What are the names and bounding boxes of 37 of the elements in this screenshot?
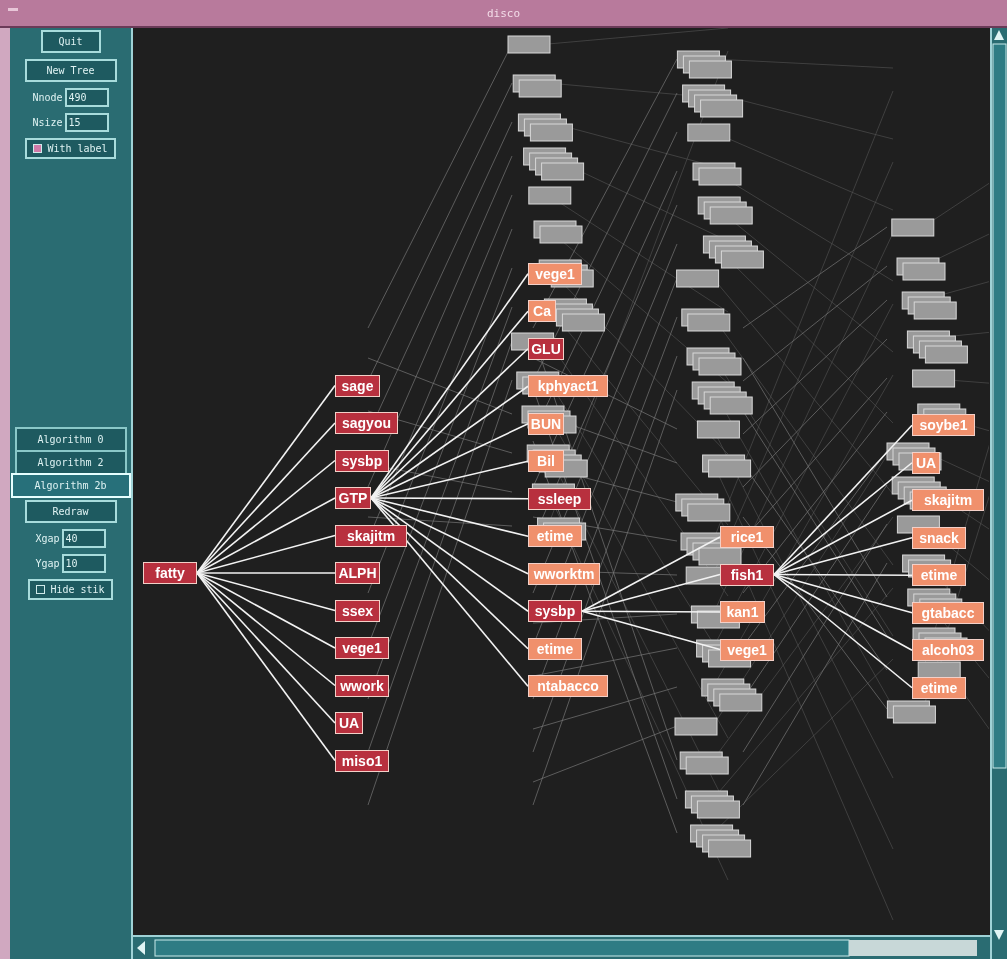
checkbox-box[interactable] bbox=[33, 144, 43, 153]
tree-node[interactable]: ssex bbox=[335, 599, 380, 622]
tree-node[interactable]: sagyou bbox=[335, 412, 398, 434]
window-title: disco bbox=[486, 6, 521, 20]
field-label: Nsize bbox=[32, 117, 63, 128]
tree-node[interactable]: vege1 bbox=[335, 637, 389, 659]
input-field[interactable]: 490 bbox=[64, 88, 109, 107]
input-field[interactable]: 10 bbox=[61, 554, 106, 573]
tree-node[interactable]: ssleep bbox=[528, 487, 591, 510]
tree-node[interactable]: UA bbox=[335, 712, 363, 734]
panel-button[interactable]: Quit bbox=[40, 30, 101, 53]
input-field[interactable]: 40 bbox=[61, 529, 106, 548]
panel-button[interactable]: Redraw bbox=[24, 500, 117, 523]
tree-node[interactable]: GLU bbox=[528, 337, 564, 360]
panel-button[interactable]: New Tree bbox=[24, 59, 117, 82]
horizontal-scrollbar[interactable] bbox=[133, 935, 990, 959]
field-label: Nnode bbox=[32, 92, 63, 103]
tree-node[interactable]: ALPH bbox=[335, 562, 380, 584]
tree-node[interactable]: sysbp bbox=[335, 449, 389, 472]
tree-node[interactable]: fish1 bbox=[720, 563, 774, 586]
tree-node[interactable]: GTP bbox=[335, 487, 371, 509]
tree-node[interactable]: skajitm bbox=[335, 524, 407, 547]
field-label: Ygap bbox=[35, 558, 60, 569]
checkbox[interactable]: With label bbox=[25, 138, 116, 159]
tree-node[interactable]: sysbp bbox=[528, 600, 582, 623]
algorithm-button[interactable]: Algorithm 0 bbox=[14, 427, 127, 452]
algorithm-button[interactable]: Algorithm 2b bbox=[10, 473, 131, 498]
field-label: Xgap bbox=[35, 533, 60, 544]
tree-node[interactable]: miso1 bbox=[335, 749, 389, 772]
algorithm-button[interactable]: Algorithm 2 bbox=[14, 450, 127, 475]
tree-node[interactable]: sage bbox=[335, 374, 380, 397]
tree-node[interactable]: fatty bbox=[143, 562, 197, 584]
tree-node[interactable]: wwork bbox=[335, 674, 389, 697]
vertical-scrollbar[interactable] bbox=[990, 28, 1007, 959]
input-field[interactable]: 15 bbox=[64, 113, 109, 132]
checkbox-box[interactable] bbox=[36, 585, 46, 594]
checkbox[interactable]: Hide stik bbox=[28, 579, 113, 600]
